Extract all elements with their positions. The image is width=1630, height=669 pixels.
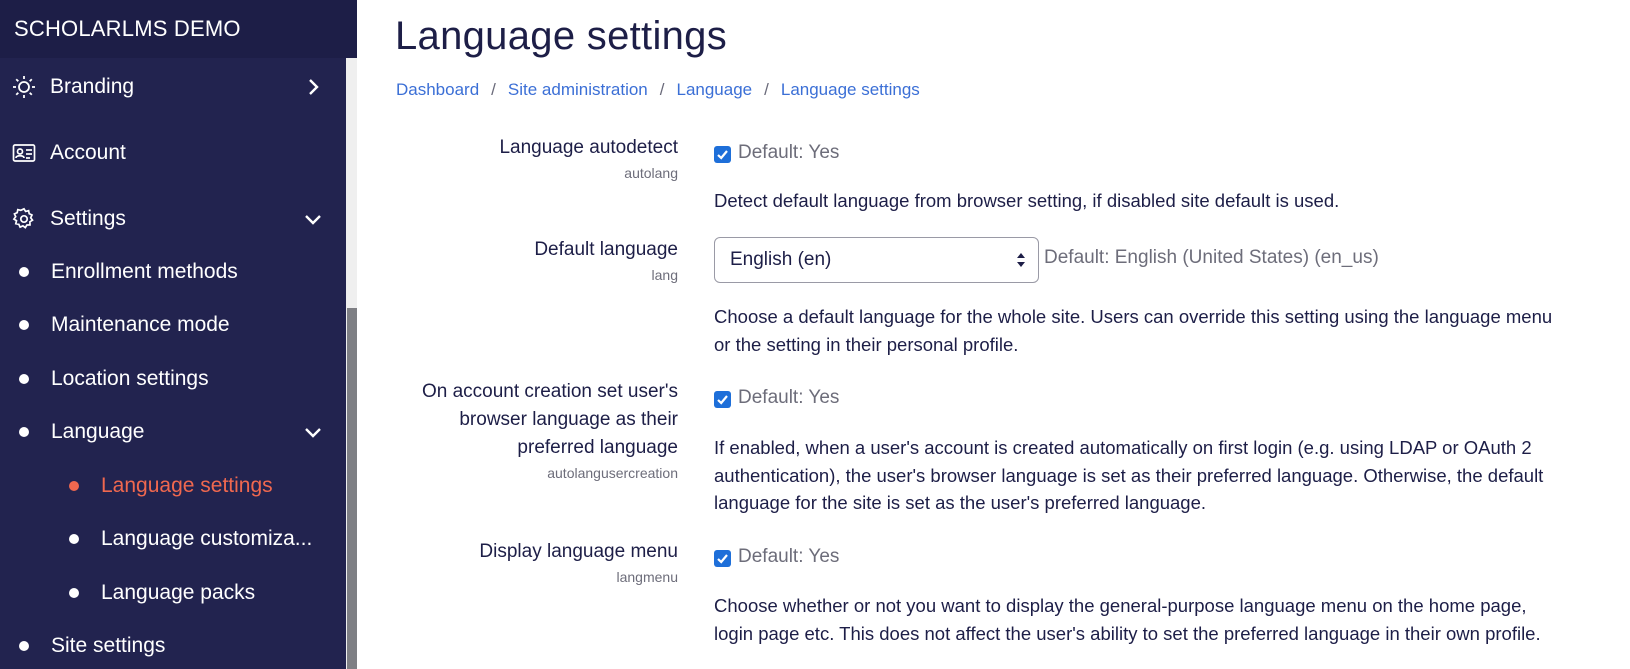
- gear-icon: [12, 207, 34, 229]
- id-card-icon: [12, 144, 36, 162]
- bullet-icon: [19, 641, 29, 651]
- breadcrumb-language-settings[interactable]: Language settings: [781, 80, 920, 100]
- sidebar-item-label: Language packs: [101, 581, 256, 604]
- chevron-down-icon: [305, 215, 321, 225]
- check-icon: [717, 395, 728, 405]
- sidebar-item-label: Branding: [50, 75, 135, 98]
- default-language-select[interactable]: English (en): [714, 237, 1039, 283]
- sidebar-item-label: Location settings: [51, 367, 209, 390]
- description-line: language for the site is set as the user…: [714, 492, 1207, 513]
- setting-description: Detect default language from browser set…: [714, 190, 1340, 211]
- bullet-icon: [19, 267, 29, 277]
- setting-description: Choose whether or not you want to displa…: [714, 592, 1630, 647]
- breadcrumb-separator: /: [764, 80, 769, 99]
- description-line: Choose whether or not you want to displa…: [714, 595, 1527, 616]
- default-value: Default: Yes: [738, 546, 840, 567]
- select-value: English (en): [730, 249, 832, 270]
- setting-label-lang: Default language lang: [378, 236, 678, 284]
- description-line: authentication), the user's browser lang…: [714, 464, 1544, 486]
- bullet-icon: [19, 374, 29, 384]
- chevron-right-icon: [309, 79, 319, 95]
- setting-key: lang: [651, 267, 678, 283]
- breadcrumb-language[interactable]: Language: [676, 80, 752, 100]
- sidebar: SCHOLARLMS DEMO Branding Account Setting…: [0, 0, 357, 669]
- setting-label-langmenu: Display language menu langmenu: [378, 538, 678, 586]
- sidebar-item-language[interactable]: Language: [0, 407, 346, 457]
- chevron-down-icon: [305, 428, 321, 438]
- sidebar-item-account[interactable]: Account: [0, 128, 346, 178]
- setting-title-line: browser language as their: [459, 409, 678, 430]
- breadcrumb-separator: /: [659, 80, 665, 99]
- check-icon: [717, 150, 728, 160]
- setting-label-autolangusercreation: On account creation set user's browser l…: [378, 378, 678, 482]
- sidebar-scrollbar-thumb[interactable]: [347, 308, 357, 669]
- bullet-icon: [19, 320, 29, 330]
- sidebar-item-language-settings[interactable]: Language settings: [0, 461, 346, 511]
- setting-key: langmenu: [616, 569, 679, 585]
- default-value: Default: Yes: [738, 142, 840, 163]
- bullet-icon: [69, 481, 79, 491]
- setting-label-autolang: Language autodetect autolang: [378, 134, 678, 182]
- setting-description: If enabled, when a user's account is cre…: [714, 434, 1630, 517]
- setting-description: Choose a default language for the whole …: [714, 303, 1630, 358]
- sidebar-item-label: Site settings: [51, 634, 166, 657]
- sidebar-item-maintenance-mode[interactable]: Maintenance mode: [0, 300, 346, 350]
- select-arrows-icon: [1017, 253, 1025, 267]
- sidebar-item-label: Language customiza...: [101, 527, 313, 550]
- main-content: Language settings Dashboard / Site admin…: [357, 0, 1630, 669]
- page-title: Language settings: [395, 14, 728, 58]
- breadcrumb-separator: /: [491, 80, 496, 99]
- description-line: Choose a default language for the whole …: [714, 306, 1553, 327]
- sidebar-item-label: Settings: [50, 207, 126, 230]
- sun-icon: [13, 76, 35, 98]
- bullet-icon: [69, 588, 79, 598]
- bullet-icon: [69, 534, 79, 544]
- autolangusercreation-checkbox[interactable]: [714, 391, 731, 408]
- setting-title-line: preferred language: [517, 437, 678, 458]
- setting-title-line: On account creation set user's: [421, 381, 678, 402]
- sidebar-item-label: Account: [50, 141, 126, 164]
- description-line: If enabled, when a user's account is cre…: [714, 437, 1532, 458]
- bullet-icon: [19, 427, 29, 437]
- langmenu-checkbox[interactable]: [714, 550, 731, 567]
- check-icon: [717, 554, 728, 564]
- default-value: Default: English (United States) (en_us): [1044, 247, 1379, 268]
- sidebar-item-label: Language settings: [101, 474, 273, 497]
- breadcrumb: Dashboard / Site administration / Langua…: [396, 80, 920, 100]
- autolang-checkbox[interactable]: [714, 146, 731, 163]
- description-line: or the setting in their personal profile…: [714, 333, 1019, 355]
- default-value: Default: Yes: [738, 387, 840, 408]
- setting-key: autolang: [624, 165, 678, 181]
- setting-title: Language autodetect: [499, 137, 678, 158]
- sidebar-item-enrollment-methods[interactable]: Enrollment methods: [0, 247, 346, 297]
- sidebar-item-language-customization[interactable]: Language customiza...: [0, 514, 346, 564]
- sidebar-item-settings[interactable]: Settings: [0, 194, 346, 244]
- sidebar-item-site-settings[interactable]: Site settings: [0, 621, 346, 669]
- sidebar-item-label: Enrollment methods: [51, 260, 238, 283]
- setting-title: Default language: [534, 239, 678, 260]
- setting-key: autolangusercreation: [547, 465, 678, 481]
- site-name[interactable]: SCHOLARLMS DEMO: [0, 0, 357, 58]
- sidebar-item-language-packs[interactable]: Language packs: [0, 568, 346, 618]
- sidebar-item-branding[interactable]: Branding: [0, 62, 346, 112]
- sidebar-item-label: Maintenance mode: [51, 313, 230, 336]
- breadcrumb-dashboard[interactable]: Dashboard: [396, 80, 479, 100]
- breadcrumb-site-administration[interactable]: Site administration: [508, 80, 648, 100]
- setting-title: Display language menu: [479, 541, 678, 562]
- sidebar-item-location-settings[interactable]: Location settings: [0, 354, 346, 404]
- description-line: login page etc. This does not affect the…: [714, 622, 1541, 644]
- sidebar-item-label: Language: [51, 420, 145, 443]
